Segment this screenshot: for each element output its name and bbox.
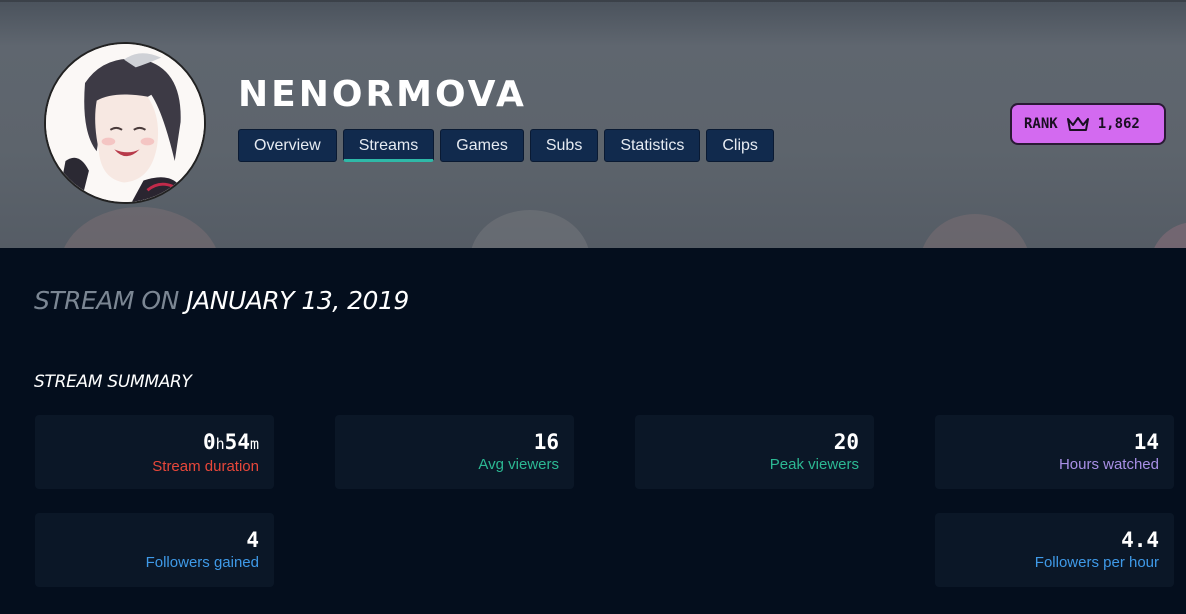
- stat-card-followers-per-hour: 4.4 Followers per hour: [935, 513, 1174, 587]
- banner-decoration: [920, 214, 1030, 248]
- stream-date: JANUARY 13, 2019: [186, 286, 409, 315]
- rank-label: RANK: [1024, 116, 1058, 132]
- tab-subs[interactable]: Subs: [529, 129, 599, 162]
- stream-title-prefix: STREAM ON: [34, 286, 179, 315]
- rank-value: 1,862: [1097, 116, 1140, 132]
- followers-gained-label: Followers gained: [145, 554, 259, 571]
- peak-viewers-value: 20: [833, 430, 859, 454]
- tab-overview[interactable]: Overview: [238, 129, 337, 162]
- followers-per-hour-value: 4.4: [1121, 528, 1159, 552]
- stat-card-hours-watched: 14 Hours watched: [935, 415, 1174, 489]
- followers-gained-value: 4: [246, 528, 259, 552]
- avg-viewers-value: 16: [533, 430, 559, 454]
- rank-badge[interactable]: RANK 1,862: [1010, 103, 1166, 145]
- stream-duration-value: 0h54m: [202, 430, 259, 454]
- peak-viewers-label: Peak viewers: [769, 456, 859, 473]
- username: NENORMOVA: [238, 74, 527, 115]
- tab-games[interactable]: Games: [440, 129, 524, 162]
- stream-duration-label: Stream duration: [152, 458, 259, 475]
- stream-summary-heading: STREAM SUMMARY: [34, 372, 192, 392]
- stat-card-avg-viewers: 16 Avg viewers: [335, 415, 574, 489]
- tab-clips[interactable]: Clips: [706, 129, 774, 162]
- hours-watched-label: Hours watched: [1058, 456, 1159, 473]
- stat-card-followers-gained: 4 Followers gained: [35, 513, 274, 587]
- profile-tabs: Overview Streams Games Subs Statistics C…: [238, 129, 774, 162]
- followers-per-hour-label: Followers per hour: [1034, 554, 1159, 571]
- avatar: [44, 42, 206, 204]
- banner-decoration: [60, 207, 220, 248]
- crown-icon: [1066, 117, 1089, 131]
- banner-decoration: [1150, 222, 1186, 248]
- tab-statistics[interactable]: Statistics: [604, 129, 701, 162]
- avg-viewers-label: Avg viewers: [478, 456, 559, 473]
- page-title: STREAM ON JANUARY 13, 2019: [34, 286, 409, 315]
- tab-streams[interactable]: Streams: [342, 129, 435, 162]
- hours-watched-value: 14: [1133, 430, 1159, 454]
- profile-header: NENORMOVA Overview Streams Games Subs St…: [0, 0, 1186, 248]
- banner-decoration: [470, 210, 590, 248]
- stat-card-duration: 0h54m Stream duration: [35, 415, 274, 489]
- stat-card-peak-viewers: 20 Peak viewers: [635, 415, 874, 489]
